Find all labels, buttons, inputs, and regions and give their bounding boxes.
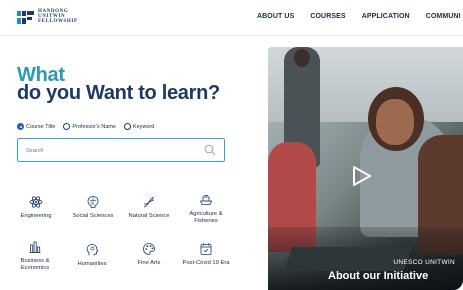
category-social-sciences-label: Social Sciences xyxy=(72,213,114,219)
handong-logo[interactable]: HANDONG UNITWIN FELLOWSHIP xyxy=(17,9,78,24)
radio-checked-icon[interactable] xyxy=(17,123,24,130)
main-nav: ABOUT US COURSES APPLICATION COMMUNI xyxy=(257,13,463,20)
category-natural-science[interactable]: Natural Science xyxy=(120,195,178,220)
palette-icon xyxy=(143,243,155,255)
radio-unchecked-icon[interactable] xyxy=(63,123,71,130)
video-title: About our Initiative xyxy=(328,270,429,282)
video-kicker: UNESCO UNITWIN xyxy=(393,259,455,266)
radio-course-title-label: Course Title xyxy=(26,123,56,130)
category-natural-science-label: Natural Science xyxy=(128,213,170,219)
category-social-sciences[interactable]: Social Sciences xyxy=(64,195,122,220)
logo-mark xyxy=(17,10,34,24)
category-business-label: Business & xyxy=(20,258,50,264)
category-engineering[interactable]: Engineering xyxy=(7,195,65,220)
category-business-label-2: Economics xyxy=(20,265,50,271)
radio-course-title[interactable]: Course Title xyxy=(17,123,55,130)
category-humanities-label: Humanities xyxy=(77,261,107,267)
category-agriculture-label: Agriculture & xyxy=(189,211,223,217)
intro-video[interactable]: UNESCO UNITWIN About our Initiative xyxy=(268,47,463,290)
category-post-covid[interactable]: Post-Covid 19 Era xyxy=(177,242,235,267)
category-agriculture-label-2: Fisheries xyxy=(194,218,218,224)
head-icon xyxy=(86,244,99,256)
video-figure-main-face xyxy=(376,99,414,145)
search-input[interactable] xyxy=(26,146,196,156)
site-header: HANDONG UNITWIN FELLOWSHIP ABOUT US COUR… xyxy=(0,0,463,36)
nav-application[interactable]: APPLICATION xyxy=(362,13,410,20)
calendar-icon xyxy=(200,243,212,255)
category-business-economics[interactable]: Business & Economics xyxy=(6,240,64,272)
logo-line-3: FELLOWSHIP xyxy=(38,19,78,24)
nav-community[interactable]: COMMUNI xyxy=(426,13,461,20)
category-fine-arts-label: Fine Arts xyxy=(137,260,161,266)
category-humanities[interactable]: Humanities xyxy=(63,243,121,268)
logo-wordmark: HANDONG UNITWIN FELLOWSHIP xyxy=(38,9,78,24)
dna-icon xyxy=(143,196,155,208)
category-agriculture-fisheries[interactable]: Agriculture & Fisheries xyxy=(177,193,235,225)
search-type-options: Course Title Professor's Name Keyword xyxy=(17,123,162,130)
nav-about-us[interactable]: ABOUT US xyxy=(257,13,294,20)
hero-title-question: do you Want to learn? xyxy=(17,82,220,104)
chart-icon xyxy=(29,241,41,253)
radio-keyword[interactable]: Keyword xyxy=(123,123,155,130)
category-post-covid-label: Post-Covid 19 Era xyxy=(182,260,230,266)
play-icon[interactable] xyxy=(352,165,372,187)
nav-courses[interactable]: COURSES xyxy=(310,13,345,20)
video-figure-back-head xyxy=(294,49,310,67)
search-icon[interactable] xyxy=(204,144,216,156)
boat-icon xyxy=(199,195,213,205)
brain-icon xyxy=(87,196,99,208)
category-fine-arts[interactable]: Fine Arts xyxy=(120,242,178,267)
radio-keyword-label: Keyword xyxy=(132,123,155,130)
atom-icon xyxy=(29,196,43,208)
radio-professor-name-label: Professor's Name xyxy=(72,123,116,130)
radio-unchecked-icon[interactable] xyxy=(123,123,131,130)
category-engineering-label: Engineering xyxy=(20,213,52,219)
radio-professor-name[interactable]: Professor's Name xyxy=(63,123,116,130)
course-search-box xyxy=(17,138,225,162)
